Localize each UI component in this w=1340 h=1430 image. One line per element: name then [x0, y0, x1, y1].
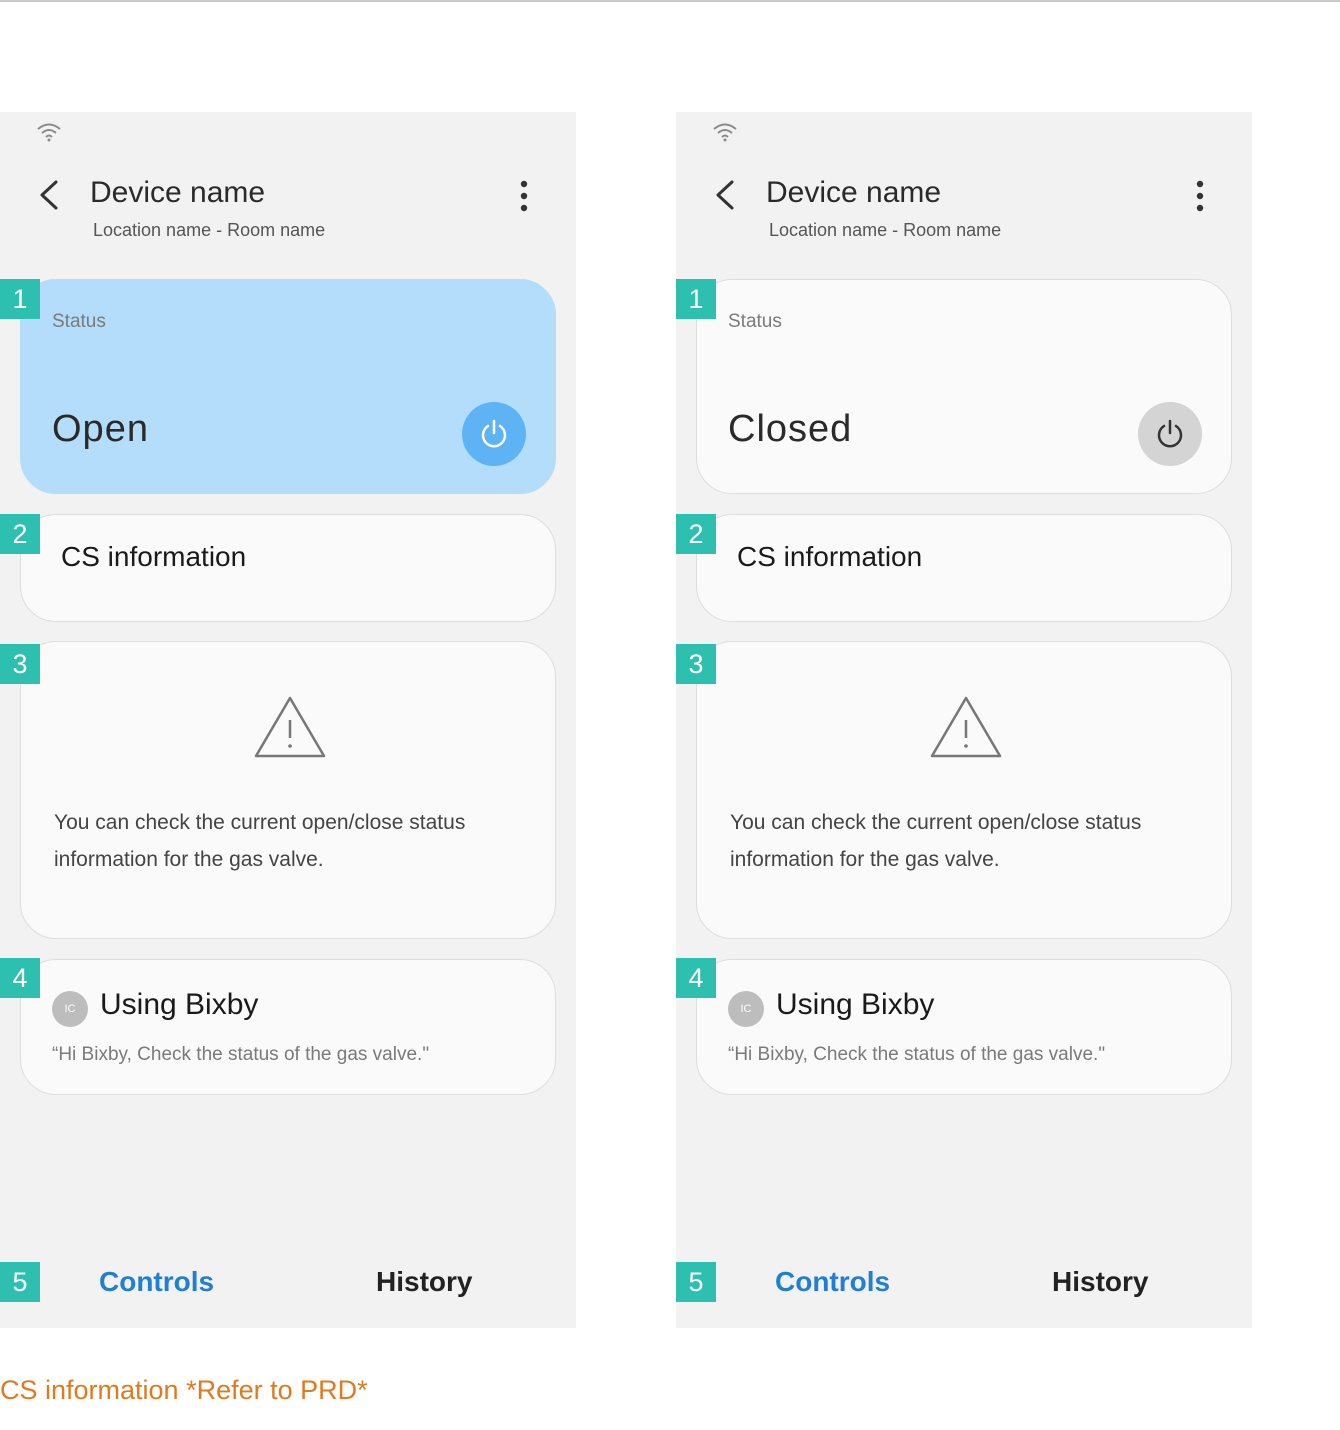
more-options-icon[interactable]	[1188, 178, 1212, 214]
tab-controls[interactable]: Controls	[775, 1266, 890, 1298]
warning-icon	[930, 696, 1002, 758]
power-button[interactable]	[462, 402, 526, 466]
footnote: CS information *Refer to PRD*	[0, 1375, 368, 1405]
warning-icon	[254, 696, 326, 758]
annotation-marker: 5	[676, 1262, 716, 1302]
status-label: Status	[728, 311, 782, 332]
cs-information-card[interactable]: CS information	[20, 514, 556, 622]
status-value: Open	[52, 408, 149, 450]
annotation-marker: 4	[0, 958, 40, 998]
annotation-marker: 4	[676, 958, 716, 998]
page-subtitle: Location name - Room name	[93, 220, 326, 240]
more-options-icon[interactable]	[512, 178, 536, 214]
annotation-marker: 1	[676, 279, 716, 319]
power-icon	[1157, 419, 1183, 448]
wifi-icon	[37, 123, 61, 142]
status-value: Closed	[728, 408, 853, 450]
bixby-title: Using Bixby	[776, 988, 935, 1021]
annotation-marker: 2	[676, 514, 716, 554]
info-text: You can check the current open/close sta…	[54, 811, 466, 871]
power-icon	[481, 419, 507, 448]
page-title: Device name	[766, 176, 942, 209]
status-card: Status Closed	[696, 279, 1232, 494]
cs-information-label: CS information	[61, 541, 247, 572]
annotation-marker: 3	[0, 644, 40, 684]
annotation-marker: 2	[0, 514, 40, 554]
annotation-marker: 3	[676, 644, 716, 684]
bixby-icon: IC	[52, 991, 88, 1027]
power-button[interactable]	[1138, 402, 1202, 466]
tab-controls[interactable]: Controls	[99, 1266, 214, 1298]
back-arrow-icon[interactable]	[710, 178, 740, 212]
tab-history[interactable]: History	[1052, 1266, 1148, 1298]
cs-information-card[interactable]: CS information	[696, 514, 1232, 622]
page-subtitle: Location name - Room name	[769, 220, 1002, 240]
info-text: You can check the current open/close sta…	[730, 811, 1142, 871]
phone-screen-open: Device name Location name - Room name 1 …	[0, 112, 576, 1328]
bixby-quote: “Hi Bixby, Check the status of the gas v…	[52, 1044, 430, 1065]
bixby-quote: “Hi Bixby, Check the status of the gas v…	[728, 1044, 1106, 1065]
tab-history[interactable]: History	[376, 1266, 472, 1298]
back-arrow-icon[interactable]	[34, 178, 64, 212]
bixby-card[interactable]: IC Using Bixby “Hi Bixby, Check the stat…	[20, 959, 556, 1095]
status-card: Status Open	[20, 279, 556, 494]
top-divider	[0, 0, 1340, 2]
bixby-title: Using Bixby	[100, 988, 259, 1021]
bixby-icon: IC	[728, 991, 764, 1027]
wifi-icon	[713, 123, 737, 142]
cs-information-label: CS information	[737, 541, 923, 572]
status-label: Status	[52, 311, 106, 332]
annotation-marker: 1	[0, 279, 40, 319]
info-card: You can check the current open/close sta…	[696, 641, 1232, 939]
info-card: You can check the current open/close sta…	[20, 641, 556, 939]
page-title: Device name	[90, 176, 266, 209]
bixby-card[interactable]: IC Using Bixby “Hi Bixby, Check the stat…	[696, 959, 1232, 1095]
annotation-marker: 5	[0, 1262, 40, 1302]
phone-screen-closed: Device name Location name - Room name 1 …	[676, 112, 1252, 1328]
